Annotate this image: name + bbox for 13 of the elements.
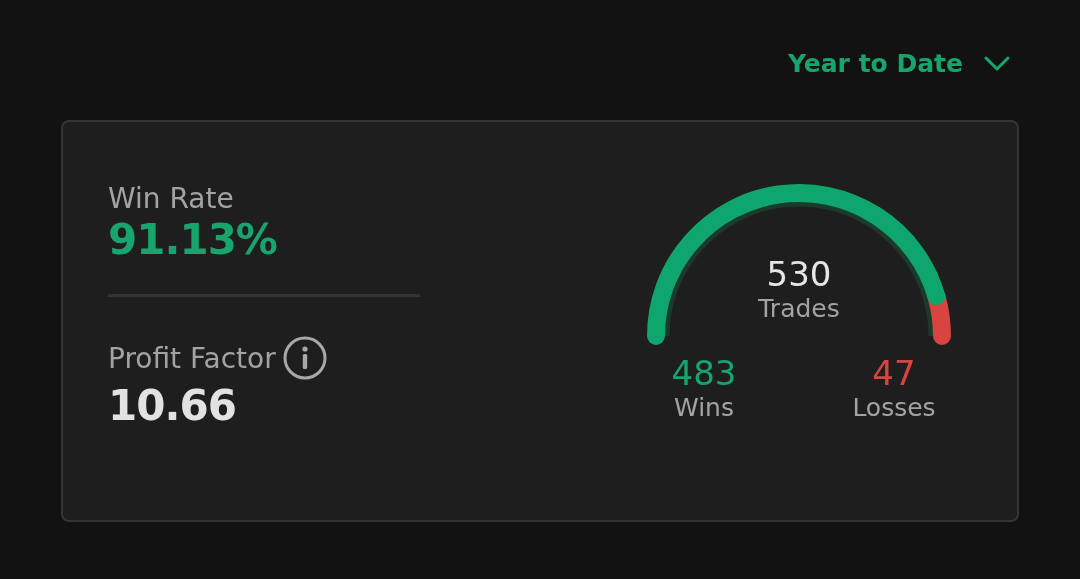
profit-factor-label: Profit Factor	[108, 341, 276, 375]
win-rate-label: Win Rate	[108, 182, 235, 215]
info-icon[interactable]	[281, 335, 328, 381]
chevron-down-icon	[983, 54, 1011, 73]
losses-label: Losses	[852, 393, 936, 422]
wins-count: 483	[671, 353, 737, 393]
win-rate-value: 91.13%	[108, 215, 278, 264]
wins-label: Wins	[674, 393, 734, 422]
total-trades-count: 530	[766, 254, 832, 294]
trades-label: Trades	[758, 294, 840, 323]
profit-factor-value: 10.66	[108, 381, 237, 430]
period-dropdown[interactable]: Year to Date	[787, 45, 1011, 82]
losses-count: 47	[872, 353, 916, 393]
